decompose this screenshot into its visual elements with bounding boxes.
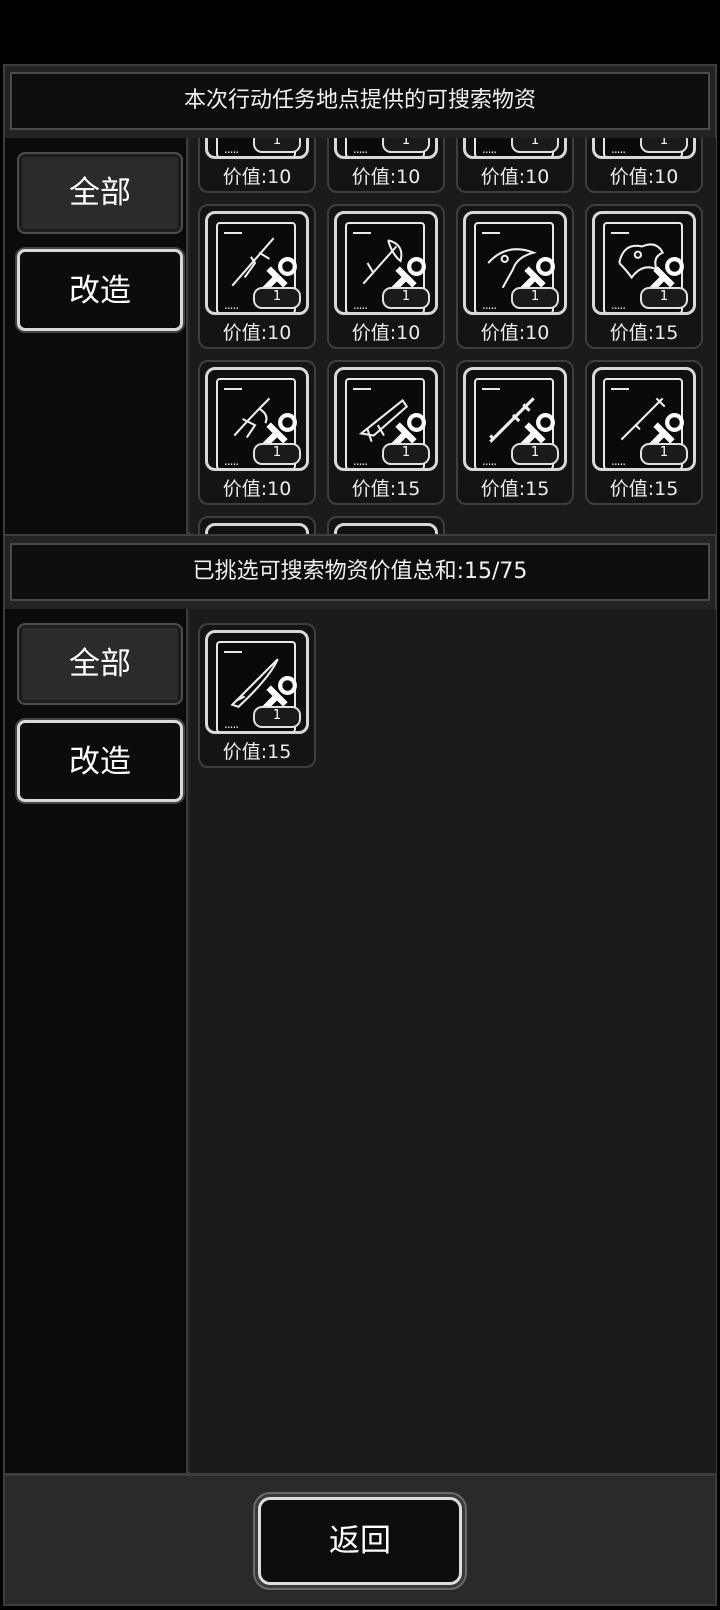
tab-all[interactable]: 全部 <box>17 152 183 234</box>
blueprint-partial-icon: 1 <box>334 138 438 159</box>
quantity-badge: 1 <box>382 443 430 465</box>
item-card[interactable]: 1 价值:15 <box>585 360 703 505</box>
blueprint-partial-icon: 1 <box>463 138 567 159</box>
top-item-grid: 1 价值:10 1 价值:10 1 价值:10 1 价值:10 1 价值:10 … <box>190 138 716 534</box>
quantity-badge: 1 <box>382 287 430 309</box>
blueprint-partial-icon: 1 <box>592 138 696 159</box>
blueprint-partial-icon <box>205 523 309 534</box>
top-category-sidebar: 全部 改造 <box>5 138 188 534</box>
item-card[interactable]: 1 价值:15 <box>456 360 574 505</box>
item-value: 价值:10 <box>480 322 550 344</box>
item-card[interactable]: 1 价值:15 <box>327 360 445 505</box>
item-card[interactable]: 1 价值:10 <box>585 138 703 193</box>
tab-modify[interactable]: 改造 <box>17 249 183 331</box>
item-value: 价值:15 <box>222 741 292 763</box>
item-value: 价值:15 <box>609 478 679 500</box>
back-button[interactable]: 返回 <box>258 1497 462 1585</box>
item-card[interactable]: 1 价值:15 <box>198 623 316 768</box>
item-card[interactable]: 1 价值:10 <box>198 138 316 193</box>
blueprint-axe-icon: 1 <box>334 211 438 315</box>
tab-all[interactable]: 全部 <box>17 623 183 705</box>
item-card-peek[interactable] <box>327 516 445 534</box>
blueprint-blade-icon: 1 <box>205 630 309 734</box>
quantity-badge: 1 <box>253 287 301 309</box>
item-value: 价值:10 <box>222 166 292 188</box>
item-value: 价值:15 <box>609 322 679 344</box>
quantity-badge: 1 <box>640 443 688 465</box>
item-value: 价值:10 <box>609 166 679 188</box>
item-value: 价值:10 <box>480 166 550 188</box>
quantity-badge: 1 <box>640 287 688 309</box>
blueprint-partial-icon: 1 <box>205 138 309 159</box>
item-card-peek[interactable] <box>198 516 316 534</box>
item-value: 价值:15 <box>480 478 550 500</box>
blueprint-rod-icon: 1 <box>592 367 696 471</box>
blueprint-hook-icon: 1 <box>463 211 567 315</box>
item-card[interactable]: 1 价值:10 <box>327 204 445 349</box>
blueprint-staff-icon: 1 <box>463 367 567 471</box>
quantity-badge: 1 <box>253 443 301 465</box>
quantity-badge: 1 <box>511 443 559 465</box>
item-value: 价值:10 <box>351 322 421 344</box>
tab-modify[interactable]: 改造 <box>17 720 183 802</box>
blueprint-dragon-icon: 1 <box>592 211 696 315</box>
item-value: 价值:15 <box>351 478 421 500</box>
item-card[interactable]: 1 价值:10 <box>198 360 316 505</box>
item-card[interactable]: 1 价值:10 <box>456 204 574 349</box>
quantity-badge: 1 <box>253 706 301 728</box>
blueprint-gun-icon: 1 <box>334 367 438 471</box>
quantity-badge: 1 <box>253 138 301 153</box>
quantity-badge: 1 <box>511 287 559 309</box>
bottom-category-sidebar: 全部 改造 <box>5 609 188 1473</box>
blueprint-partial-icon <box>334 523 438 534</box>
item-card[interactable]: 1 价值:15 <box>585 204 703 349</box>
item-card[interactable]: 1 价值:10 <box>456 138 574 193</box>
bottom-panel-title: 已挑选可搜索物资价值总和:15/75 <box>10 543 710 601</box>
quantity-badge: 1 <box>511 138 559 153</box>
quantity-badge: 1 <box>382 138 430 153</box>
quantity-badge: 1 <box>640 138 688 153</box>
item-value: 价值:10 <box>222 322 292 344</box>
blueprint-claw-icon: 1 <box>205 367 309 471</box>
top-panel-title: 本次行动任务地点提供的可搜索物资 <box>10 72 710 130</box>
item-card[interactable]: 1 价值:10 <box>327 138 445 193</box>
item-value: 价值:10 <box>222 478 292 500</box>
item-value: 价值:10 <box>351 166 421 188</box>
blueprint-spear-icon: 1 <box>205 211 309 315</box>
item-card[interactable]: 1 价值:10 <box>198 204 316 349</box>
selected-item-grid: 1 价值:15 <box>190 609 716 1473</box>
